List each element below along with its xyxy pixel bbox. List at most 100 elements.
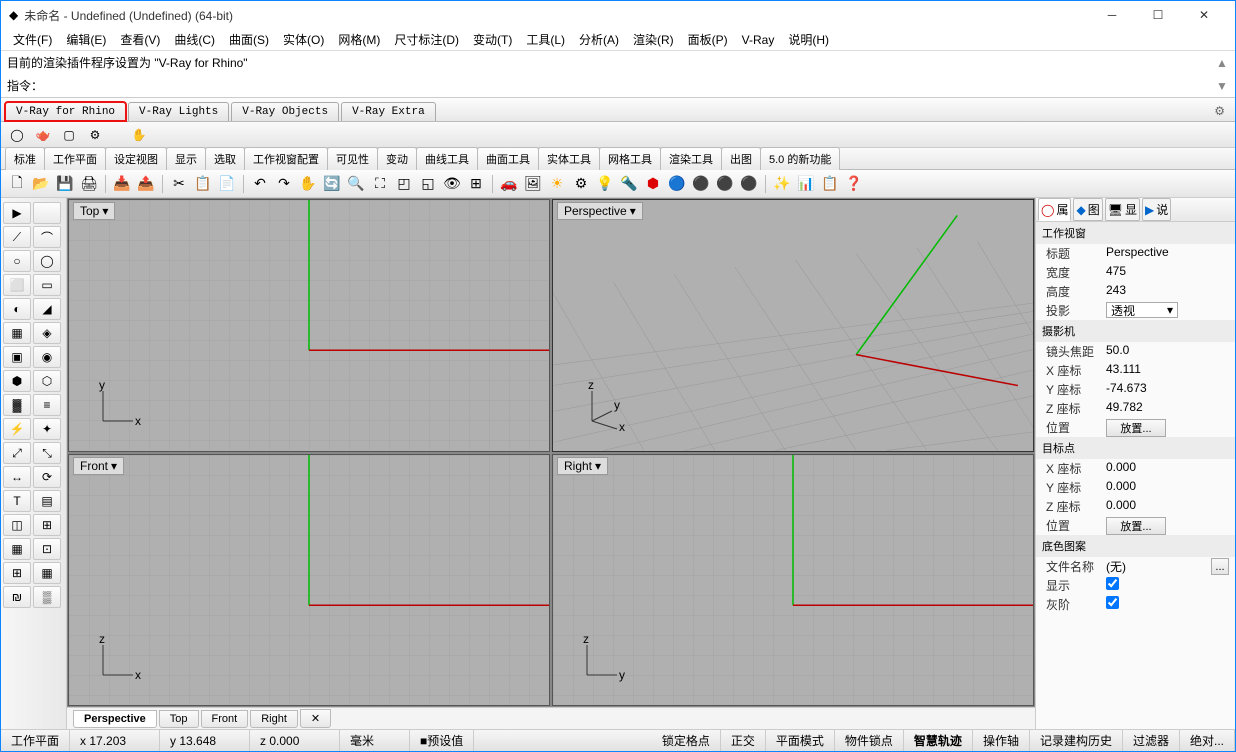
- tool-button[interactable]: ▦: [33, 562, 61, 584]
- prop-value[interactable]: 0.000: [1106, 498, 1235, 515]
- prop-value[interactable]: 0.000: [1106, 460, 1235, 477]
- tool-tab[interactable]: 选取: [205, 147, 245, 171]
- viewport-front[interactable]: Front▾ xz: [68, 454, 550, 707]
- viewport-top[interactable]: Top▾ xy: [68, 199, 550, 452]
- prop-value[interactable]: 43.111: [1106, 362, 1235, 379]
- tab-layers[interactable]: ◆图: [1073, 198, 1102, 221]
- tool-tab[interactable]: 工作视窗配置: [244, 147, 328, 171]
- rotate-icon[interactable]: 🔄: [322, 174, 342, 194]
- status-toggle[interactable]: 物件锁点: [835, 730, 904, 751]
- sphere2-icon[interactable]: ⚫: [715, 174, 735, 194]
- status-preset[interactable]: ■预设值: [410, 730, 474, 751]
- viewport-tab[interactable]: Perspective: [73, 710, 157, 728]
- tool-button[interactable]: ⊞: [33, 514, 61, 536]
- maximize-button[interactable]: ☐: [1135, 1, 1181, 29]
- wand-icon[interactable]: ✨: [772, 174, 792, 194]
- tool-button[interactable]: ◐: [3, 298, 31, 320]
- spotlight-icon[interactable]: 🔦: [619, 174, 639, 194]
- status-toggle[interactable]: 正交: [721, 730, 766, 751]
- material-color-icon[interactable]: 🔵: [667, 174, 687, 194]
- prop-value[interactable]: 475: [1106, 264, 1235, 281]
- browse-button[interactable]: ...: [1211, 558, 1229, 575]
- redo-icon[interactable]: ↷: [274, 174, 294, 194]
- menu-查看(V)[interactable]: 查看(V): [114, 29, 166, 50]
- tool-button[interactable]: ▭: [33, 274, 61, 296]
- tool-button[interactable]: ⬜: [3, 274, 31, 296]
- prop-value[interactable]: -74.673: [1106, 381, 1235, 398]
- tool-tab[interactable]: 设定视图: [105, 147, 167, 171]
- vray-settings-icon[interactable]: ⚙: [85, 125, 105, 145]
- prop-value[interactable]: 透视▾: [1106, 302, 1235, 319]
- vray-tab[interactable]: V-Ray Extra: [341, 102, 436, 121]
- tool-button[interactable]: ↔: [3, 466, 31, 488]
- export-icon[interactable]: 📤: [136, 174, 156, 194]
- maximize-viewport-icon[interactable]: ⊞: [466, 174, 486, 194]
- menu-曲线(C)[interactable]: 曲线(C): [168, 29, 221, 50]
- print-icon[interactable]: 🖨: [79, 174, 99, 194]
- copy-icon[interactable]: 📋: [193, 174, 213, 194]
- zoom-window-icon[interactable]: ◰: [394, 174, 414, 194]
- undo-icon[interactable]: ↶: [250, 174, 270, 194]
- show-checkbox[interactable]: [1106, 577, 1119, 590]
- tool-button[interactable]: ◢: [33, 298, 61, 320]
- menu-尺寸标注(D)[interactable]: 尺寸标注(D): [388, 29, 465, 50]
- tab-display[interactable]: 🖥显: [1105, 198, 1140, 221]
- menu-实体(O)[interactable]: 实体(O): [277, 29, 330, 50]
- tool-tab[interactable]: 5.0 的新功能: [760, 147, 840, 171]
- tool-button[interactable]: ▓: [3, 394, 31, 416]
- props-icon[interactable]: 📋: [820, 174, 840, 194]
- tool-button[interactable]: ≡: [33, 394, 61, 416]
- tool-tab[interactable]: 出图: [721, 147, 761, 171]
- sphere-icon[interactable]: ⚫: [691, 174, 711, 194]
- viewport-label-right[interactable]: Right▾: [557, 457, 608, 475]
- scroll-up-icon[interactable]: ▲: [1215, 56, 1229, 70]
- tool-button[interactable]: ▶: [3, 202, 31, 224]
- sun-icon[interactable]: ☀: [547, 174, 567, 194]
- menu-工具(L)[interactable]: 工具(L): [520, 29, 571, 50]
- viewport-tab[interactable]: Top: [159, 710, 199, 728]
- place-button[interactable]: 放置...: [1106, 419, 1166, 437]
- prop-value[interactable]: 0.000: [1106, 479, 1235, 496]
- tool-button[interactable]: ⟋: [3, 226, 31, 248]
- status-toggle[interactable]: 锁定格点: [652, 730, 721, 751]
- vray-tab[interactable]: V-Ray Lights: [128, 102, 229, 121]
- tool-tab[interactable]: 实体工具: [538, 147, 600, 171]
- tool-button[interactable]: ◯: [33, 250, 61, 272]
- menu-面板(P)[interactable]: 面板(P): [682, 29, 734, 50]
- prop-value[interactable]: 50.0: [1106, 343, 1235, 360]
- menu-说明(H)[interactable]: 说明(H): [782, 29, 835, 50]
- menu-V-Ray[interactable]: V-Ray: [736, 31, 781, 49]
- status-toggle[interactable]: 记录建构历史: [1030, 730, 1123, 751]
- import-icon[interactable]: 📥: [112, 174, 132, 194]
- tool-tab[interactable]: 可见性: [327, 147, 378, 171]
- vray-hand-icon[interactable]: ✋: [129, 125, 149, 145]
- gray-checkbox[interactable]: [1106, 596, 1119, 609]
- menu-渲染(R)[interactable]: 渲染(R): [627, 29, 680, 50]
- tool-button[interactable]: ⬡: [33, 370, 61, 392]
- tool-button[interactable]: ▦: [3, 538, 31, 560]
- menu-变动(T)[interactable]: 变动(T): [467, 29, 518, 50]
- viewport-right[interactable]: Right▾ yz: [552, 454, 1034, 707]
- menu-编辑(E)[interactable]: 编辑(E): [60, 29, 112, 50]
- add-viewport-tab[interactable]: ✕: [300, 709, 331, 728]
- material-red-icon[interactable]: ⬢: [643, 174, 663, 194]
- viewport-perspective[interactable]: Perspective▾ zxy: [552, 199, 1034, 452]
- minimize-button[interactable]: ─: [1089, 1, 1135, 29]
- status-toggle[interactable]: 操作轴: [973, 730, 1030, 751]
- save-icon[interactable]: 💾: [55, 174, 75, 194]
- viewport-label-top[interactable]: Top▾: [73, 202, 115, 220]
- tab-properties[interactable]: ◯属: [1038, 198, 1071, 221]
- prop-value[interactable]: 49.782: [1106, 400, 1235, 417]
- tool-button[interactable]: ₪: [3, 586, 31, 608]
- zoom-extents-icon[interactable]: ⛶: [370, 174, 390, 194]
- tool-button[interactable]: ⊡: [33, 538, 61, 560]
- vray-teapot-icon[interactable]: 🫖: [33, 125, 53, 145]
- tool-tab[interactable]: 曲线工具: [416, 147, 478, 171]
- status-toggle[interactable]: 平面模式: [766, 730, 835, 751]
- place-button[interactable]: 放置...: [1106, 517, 1166, 535]
- tool-tab[interactable]: 网格工具: [599, 147, 661, 171]
- tool-button[interactable]: ▦: [3, 322, 31, 344]
- tool-button[interactable]: ▣: [3, 346, 31, 368]
- tab-help[interactable]: ▶说: [1142, 198, 1171, 221]
- status-toggle[interactable]: 过滤器: [1123, 730, 1180, 751]
